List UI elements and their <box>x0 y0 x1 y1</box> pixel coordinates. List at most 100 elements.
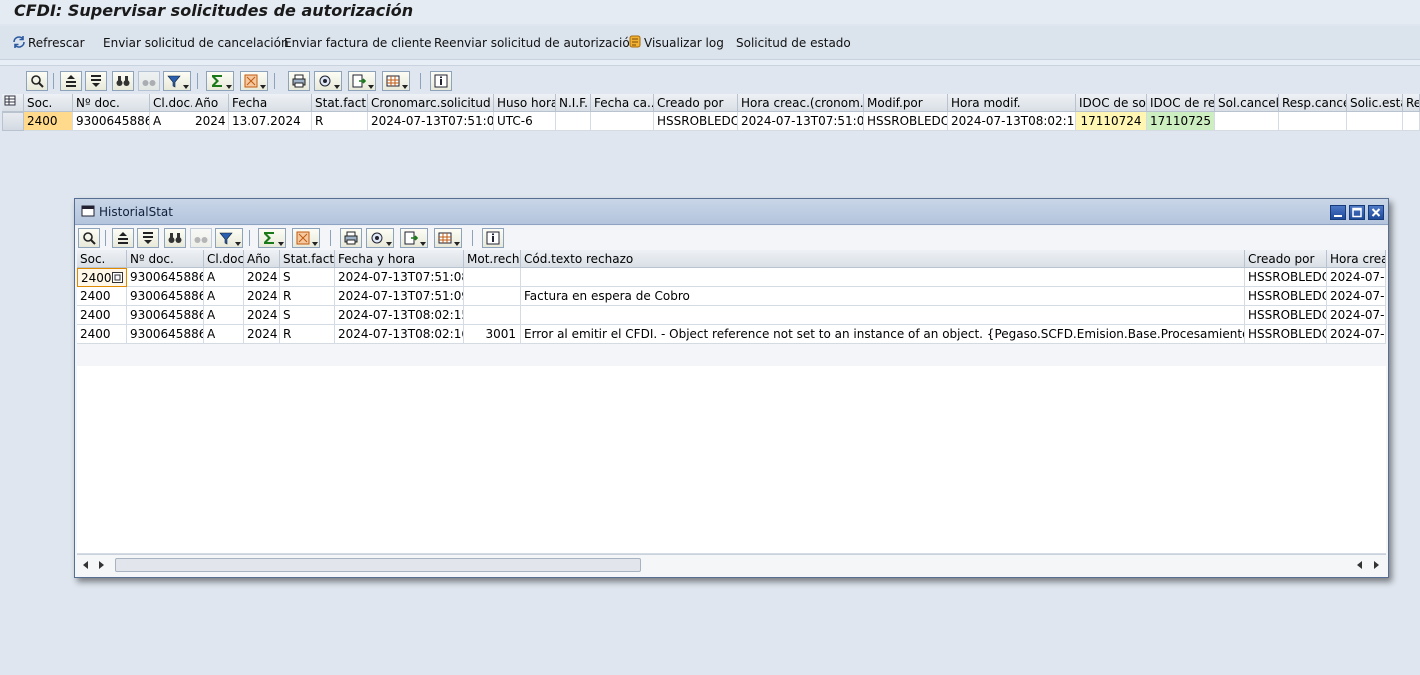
information-button[interactable] <box>482 228 504 248</box>
details-button[interactable] <box>78 228 100 248</box>
table-cell[interactable]: 2024-07-1 <box>1327 268 1386 287</box>
table-cell[interactable]: 3001 <box>464 325 521 344</box>
table-cell[interactable]: HSSROBLEDO <box>1245 325 1327 344</box>
print-button[interactable] <box>288 71 310 91</box>
table-cell[interactable]: 9300645886 <box>127 287 204 306</box>
minimize-button[interactable] <box>1330 205 1346 220</box>
column-header[interactable]: Año <box>244 250 280 268</box>
column-header[interactable]: IDOC de re <box>1147 94 1215 112</box>
column-header[interactable]: Fecha ca... <box>591 94 654 112</box>
table-cell[interactable] <box>1347 112 1403 131</box>
column-header[interactable]: Creado por <box>654 94 738 112</box>
column-header[interactable]: Cl.doc. <box>204 250 244 268</box>
table-cell[interactable] <box>1215 112 1279 131</box>
column-header[interactable]: Cronomarc.solicitud <box>368 94 494 112</box>
table-cell[interactable]: A <box>204 306 244 325</box>
filter-button[interactable] <box>163 71 191 91</box>
column-header[interactable]: Soc. <box>24 94 73 112</box>
table-cell[interactable]: 2024-07-13T07:51:08 <box>738 112 864 131</box>
status-request-button[interactable]: Solicitud de estado <box>736 34 851 52</box>
table-cell[interactable]: HSSROBLEDO <box>1245 306 1327 325</box>
table-cell[interactable]: 9300645886 <box>127 268 204 287</box>
table-cell[interactable] <box>521 268 1245 287</box>
column-header[interactable]: Stat.fact. <box>280 250 335 268</box>
table-cell[interactable]: 2400 <box>77 287 127 306</box>
column-header[interactable]: Huso horar <box>494 94 556 112</box>
table-cell[interactable]: R <box>312 112 368 131</box>
table-cell[interactable]: 2024-07-1 <box>1327 287 1386 306</box>
table-cell[interactable]: 2024-07-13T08:02:16 <box>335 325 464 344</box>
find-button[interactable] <box>112 71 134 91</box>
column-header[interactable]: Cód.texto rechazo <box>521 250 1245 268</box>
column-header[interactable]: Modif.por <box>864 94 948 112</box>
sort-descending-button[interactable] <box>85 71 107 91</box>
table-cell[interactable]: 13.07.2024 <box>229 112 312 131</box>
table-cell[interactable] <box>464 268 521 287</box>
table-cell[interactable]: 2400 <box>77 268 127 287</box>
table-cell[interactable]: 2024 <box>244 306 280 325</box>
details-button[interactable] <box>26 71 48 91</box>
export-button[interactable] <box>348 71 376 91</box>
table-cell[interactable]: A <box>204 325 244 344</box>
find-next-button[interactable] <box>138 71 160 91</box>
table-cell[interactable]: 2024 <box>244 268 280 287</box>
table-cell[interactable]: 9300645886 <box>73 112 150 131</box>
table-cell[interactable]: Error al emitir el CFDI. - Object refere… <box>521 325 1245 344</box>
table-cell[interactable] <box>521 306 1245 325</box>
scroll-first-icon[interactable] <box>83 561 88 569</box>
layout-button[interactable] <box>434 228 462 248</box>
views-button[interactable] <box>366 228 394 248</box>
table-cell[interactable]: 2400 <box>24 112 73 131</box>
table-cell[interactable]: 2024-07-13T08:02:15 <box>335 306 464 325</box>
column-header[interactable]: Año <box>192 94 229 112</box>
table-cell[interactable]: 2024 <box>244 325 280 344</box>
column-header[interactable]: Fecha <box>229 94 312 112</box>
value-help-icon[interactable] <box>112 272 123 283</box>
horizontal-scrollbar[interactable] <box>77 554 1386 575</box>
filter-button[interactable] <box>215 228 243 248</box>
column-header[interactable]: IDOC de so <box>1076 94 1147 112</box>
sort-ascending-button[interactable] <box>112 228 134 248</box>
views-button[interactable] <box>314 71 342 91</box>
send-cancel-request-button[interactable]: Enviar solicitud de cancelación <box>103 34 289 52</box>
column-header[interactable]: Fecha y hora <box>335 250 464 268</box>
table-cell[interactable]: A <box>204 268 244 287</box>
subtotal-button[interactable] <box>292 228 320 248</box>
layout-button[interactable] <box>382 71 410 91</box>
table-cell[interactable]: UTC-6 <box>494 112 556 131</box>
column-header[interactable]: N.I.F. <box>556 94 591 112</box>
column-header[interactable]: Hora creac.(cronom.) <box>738 94 864 112</box>
table-cell[interactable]: HSSROBLEDO <box>1245 287 1327 306</box>
table-cell[interactable]: 9300645886 <box>127 306 204 325</box>
send-customer-invoice-button[interactable]: Enviar factura de cliente <box>284 34 431 52</box>
column-header[interactable]: Creado por <box>1245 250 1327 268</box>
column-header[interactable]: Hora creac <box>1327 250 1386 268</box>
table-cell[interactable]: HSSROBLEDO <box>864 112 948 131</box>
table-cell[interactable] <box>556 112 591 131</box>
row-selector[interactable] <box>2 112 24 131</box>
table-cell[interactable]: 2024-07-1 <box>1327 306 1386 325</box>
print-button[interactable] <box>340 228 362 248</box>
total-button[interactable] <box>206 71 234 91</box>
table-cell[interactable]: HSSROBLEDO <box>1245 268 1327 287</box>
column-header[interactable]: Nº doc. <box>73 94 150 112</box>
column-header[interactable]: Re <box>1403 94 1420 112</box>
table-cell[interactable]: 2400 <box>77 325 127 344</box>
find-button[interactable] <box>164 228 186 248</box>
table-cell[interactable]: A <box>204 287 244 306</box>
scroll-thumb[interactable] <box>115 558 641 572</box>
find-next-button[interactable] <box>190 228 212 248</box>
table-cell[interactable]: Factura en espera de Cobro <box>521 287 1245 306</box>
column-header[interactable]: Hora modif. <box>948 94 1076 112</box>
table-cell[interactable]: S <box>280 268 335 287</box>
column-header[interactable]: Sol.cancel. <box>1215 94 1279 112</box>
scroll-last-icon[interactable] <box>1374 561 1379 569</box>
table-cell[interactable] <box>1279 112 1347 131</box>
table-cell[interactable] <box>464 287 521 306</box>
table-cell[interactable]: HSSROBLEDO <box>654 112 738 131</box>
table-cell[interactable]: 9300645886 <box>127 325 204 344</box>
column-header[interactable]: Nº doc. <box>127 250 204 268</box>
table-cell[interactable] <box>464 306 521 325</box>
table-cell[interactable] <box>591 112 654 131</box>
table-cell[interactable]: 17110724 <box>1076 112 1147 131</box>
